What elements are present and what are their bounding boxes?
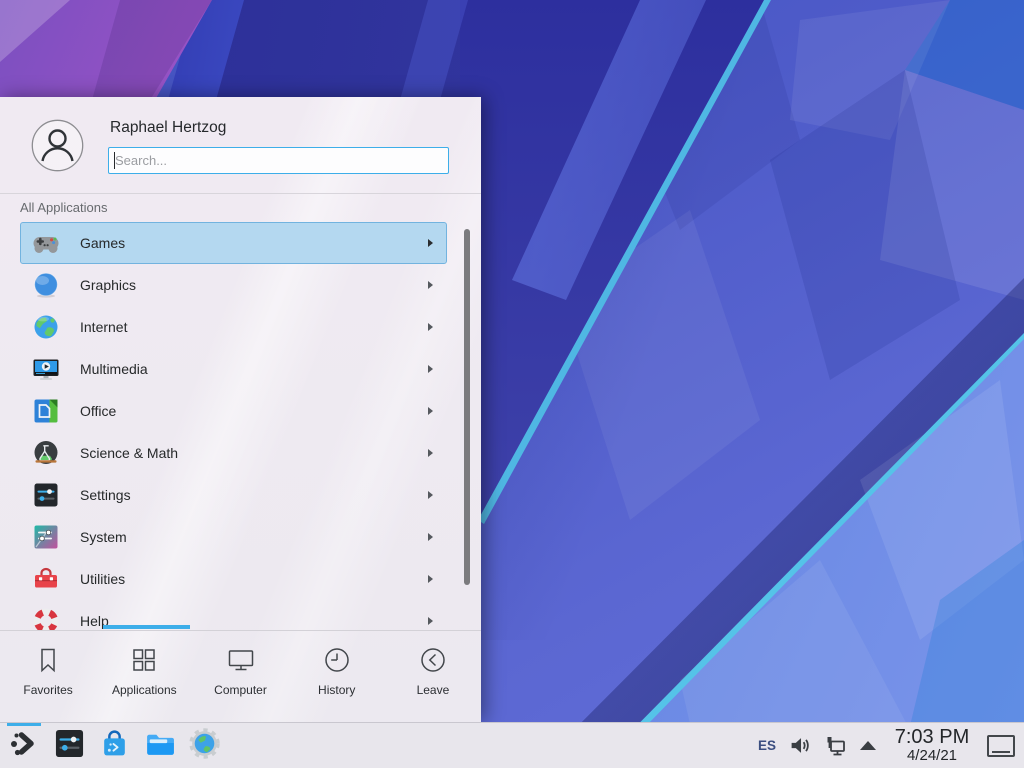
sliders-color-icon: [32, 523, 60, 551]
sliders-dark-icon: [32, 481, 60, 509]
category-internet[interactable]: Internet: [20, 306, 447, 348]
system-tray: ES 7:03 PM 4/24/21: [758, 723, 1024, 768]
taskbar-app-web-browser[interactable]: [185, 723, 223, 768]
network-icon[interactable]: [824, 734, 848, 758]
grid-icon: [129, 645, 159, 675]
taskbar-app-system-settings[interactable]: [50, 723, 88, 768]
category-label: Settings: [80, 487, 131, 503]
tab-label: History: [318, 683, 355, 697]
text-cursor: [114, 152, 115, 169]
gamepad-icon: [32, 229, 60, 257]
category-multimedia[interactable]: Multimedia: [20, 348, 447, 390]
tab-computer[interactable]: Computer: [192, 631, 288, 722]
category-label: System: [80, 529, 127, 545]
keyboard-layout-indicator[interactable]: ES: [758, 738, 776, 753]
tab-applications[interactable]: Applications: [96, 631, 192, 722]
category-label: Science & Math: [80, 445, 178, 461]
tab-leave[interactable]: Leave: [385, 631, 481, 722]
launcher-tab-bar: Favorites Applications C: [0, 630, 481, 722]
tab-label: Leave: [417, 683, 450, 697]
category-label: Games: [80, 235, 125, 251]
show-desktop-button[interactable]: [987, 735, 1015, 757]
submenu-arrow-icon: [428, 449, 433, 457]
submenu-arrow-icon: [428, 323, 433, 331]
category-list: Games Graphics: [20, 222, 447, 630]
clock-time: 7:03 PM: [890, 727, 974, 748]
submenu-arrow-icon: [428, 239, 433, 247]
user-avatar[interactable]: [31, 119, 84, 172]
category-label: Graphics: [80, 277, 136, 293]
tab-history[interactable]: History: [289, 631, 385, 722]
active-tab-indicator: [103, 625, 190, 629]
toolbox-icon: [32, 565, 60, 593]
category-label: Utilities: [80, 571, 125, 587]
taskbar-app-discover[interactable]: [95, 723, 133, 768]
folder-icon: [143, 727, 176, 765]
expand-tray-arrow-icon[interactable]: [860, 741, 876, 750]
category-settings[interactable]: Settings: [20, 474, 447, 516]
category-office[interactable]: Office: [20, 390, 447, 432]
category-utilities[interactable]: Utilities: [20, 558, 447, 600]
category-games[interactable]: Games: [20, 222, 447, 264]
taskbar-app-launcher[interactable]: [5, 723, 43, 768]
shopping-bag-icon: [98, 727, 131, 765]
clock-date: 4/24/21: [890, 748, 974, 764]
taskbar: ES 7:03 PM 4/24/21: [0, 722, 1024, 768]
tab-favorites[interactable]: Favorites: [0, 631, 96, 722]
clock-icon: [322, 645, 352, 675]
category-help[interactable]: Help: [20, 600, 447, 630]
tab-label: Applications: [112, 683, 177, 697]
bookmark-icon: [33, 645, 63, 675]
category-science-math[interactable]: Science & Math: [20, 432, 447, 474]
kde-kicker-icon: [8, 727, 41, 765]
tab-label: Computer: [214, 683, 267, 697]
desktop-screen: Raphael Hertzog All Applications: [0, 0, 1024, 768]
submenu-arrow-icon: [428, 617, 433, 625]
lifesaver-icon: [32, 607, 60, 630]
submenu-arrow-icon: [428, 407, 433, 415]
scrollbar-thumb[interactable]: [464, 229, 470, 585]
sliders-dark-icon: [53, 727, 86, 765]
header-divider: [0, 193, 481, 194]
volume-icon[interactable]: [789, 734, 812, 757]
submenu-arrow-icon: [428, 533, 433, 541]
section-label: All Applications: [20, 200, 107, 215]
digital-clock[interactable]: 7:03 PM 4/24/21: [890, 727, 974, 764]
taskbar-app-icons: [0, 723, 230, 768]
documents-icon: [32, 397, 60, 425]
monitor-play-icon: [32, 355, 60, 383]
monitor-icon: [226, 645, 256, 675]
leave-circle-icon: [418, 645, 448, 675]
submenu-arrow-icon: [428, 365, 433, 373]
tab-label: Favorites: [23, 683, 72, 697]
taskbar-app-file-manager[interactable]: [140, 723, 178, 768]
submenu-arrow-icon: [428, 491, 433, 499]
blue-sphere-icon: [32, 271, 60, 299]
active-app-indicator: [7, 723, 41, 726]
flask-icon: [32, 439, 60, 467]
globe-icon: [32, 313, 60, 341]
category-system[interactable]: System: [20, 516, 447, 558]
search-input[interactable]: [108, 147, 449, 174]
category-label: Internet: [80, 319, 127, 335]
user-name: Raphael Hertzog: [110, 119, 226, 137]
application-launcher-menu: Raphael Hertzog All Applications: [0, 97, 481, 722]
submenu-arrow-icon: [428, 281, 433, 289]
category-graphics[interactable]: Graphics: [20, 264, 447, 306]
category-label: Office: [80, 403, 116, 419]
gear-globe-icon: [188, 727, 221, 765]
submenu-arrow-icon: [428, 575, 433, 583]
category-label: Multimedia: [80, 361, 148, 377]
